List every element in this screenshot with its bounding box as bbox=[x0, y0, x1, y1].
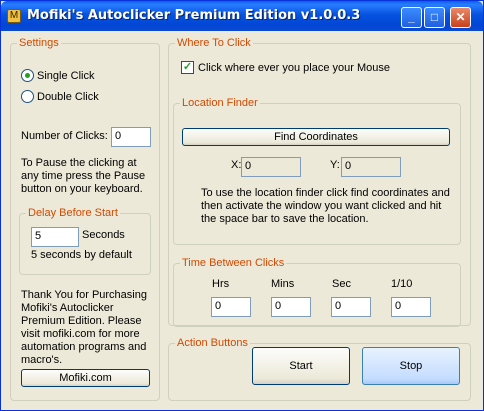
tenth-label: 1/10 bbox=[391, 278, 413, 290]
hrs-input[interactable]: 0 bbox=[211, 297, 251, 317]
single-click-label[interactable]: Single Click bbox=[37, 70, 94, 82]
stop-button[interactable]: Stop bbox=[362, 347, 460, 385]
settings-group-label: Settings bbox=[17, 37, 61, 49]
single-click-radio[interactable] bbox=[21, 69, 34, 82]
mins-label: Mins bbox=[271, 278, 295, 290]
time-between-group: Time Between Clicks bbox=[173, 257, 461, 327]
pause-instructions: To Pause the clicking at any time press … bbox=[21, 157, 146, 195]
sec-input[interactable]: 0 bbox=[331, 297, 371, 317]
app-window: M Mofiki's Autoclicker Premium Edition v… bbox=[0, 0, 484, 411]
y-coordinate-label: Y: bbox=[330, 159, 340, 171]
close-button[interactable]: ✕ bbox=[450, 7, 471, 28]
num-clicks-label: Number of Clicks: bbox=[21, 130, 108, 142]
window-title: Mofiki's Autoclicker Premium Edition v1.… bbox=[27, 8, 361, 23]
maximize-button[interactable]: □ bbox=[424, 7, 445, 28]
find-coordinates-button[interactable]: Find Coordinates bbox=[182, 128, 450, 146]
action-buttons-group-label: Action Buttons bbox=[175, 337, 250, 349]
thanks-text: Thank You for Purchasing Mofiki's Autocl… bbox=[21, 289, 147, 366]
delay-default-note: 5 seconds by default bbox=[31, 249, 132, 261]
location-finder-group-label: Location Finder bbox=[180, 97, 260, 109]
num-clicks-input[interactable]: 0 bbox=[111, 127, 151, 147]
mofiki-link-button[interactable]: Mofiki.com bbox=[21, 369, 150, 387]
app-icon: M bbox=[7, 9, 21, 23]
x-coordinate-label: X: bbox=[231, 159, 242, 171]
hrs-label: Hrs bbox=[212, 278, 230, 290]
time-between-group-label: Time Between Clicks bbox=[180, 257, 287, 269]
minimize-button[interactable]: _ bbox=[401, 7, 422, 28]
start-button[interactable]: Start bbox=[252, 347, 350, 385]
tenth-input[interactable]: 0 bbox=[391, 297, 431, 317]
x-coordinate-input[interactable]: 0 bbox=[241, 157, 301, 177]
mins-input[interactable]: 0 bbox=[271, 297, 311, 317]
where-to-click-group-label: Where To Click bbox=[175, 37, 253, 49]
delay-input[interactable]: 5 bbox=[31, 227, 79, 247]
y-coordinate-input[interactable]: 0 bbox=[341, 157, 401, 177]
sec-label: Sec bbox=[332, 278, 351, 290]
double-click-label[interactable]: Double Click bbox=[37, 91, 99, 103]
location-finder-instructions: To use the location finder click find co… bbox=[201, 187, 450, 225]
mouse-position-checkbox[interactable]: ✓ bbox=[181, 61, 194, 74]
delay-unit-label: Seconds bbox=[82, 229, 125, 241]
mouse-position-checkbox-label[interactable]: Click where ever you place your Mouse bbox=[198, 62, 390, 74]
title-bar[interactable]: M Mofiki's Autoclicker Premium Edition v… bbox=[1, 1, 483, 31]
delay-group-label: Delay Before Start bbox=[26, 207, 120, 219]
double-click-radio[interactable] bbox=[21, 90, 34, 103]
